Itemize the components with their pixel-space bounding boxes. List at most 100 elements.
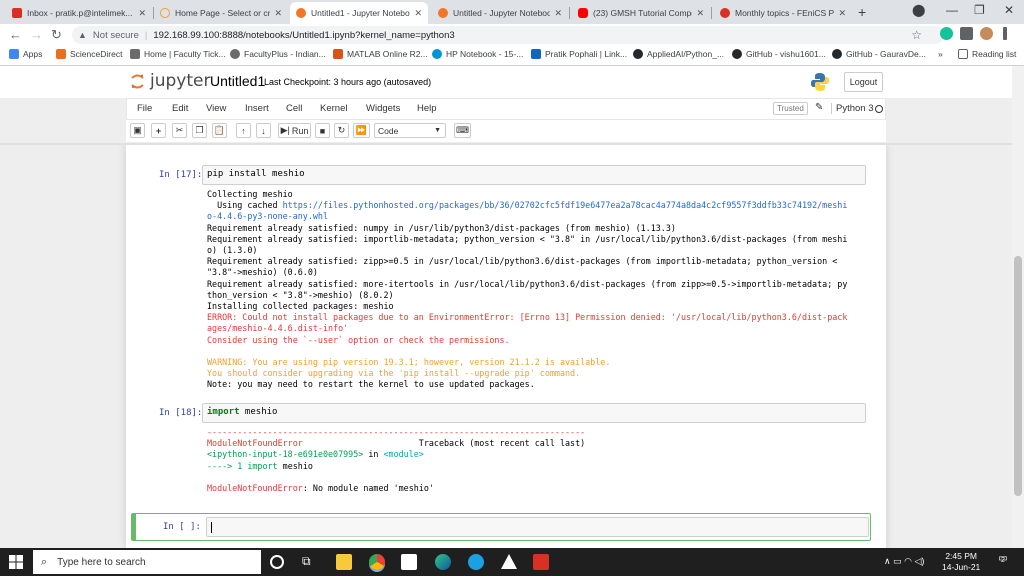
menu-cell[interactable]: Cell bbox=[286, 103, 302, 114]
bookmark-star-icon[interactable]: ☆ bbox=[911, 28, 922, 42]
tab-untitled1-jupyter[interactable]: Untitled1 - Jupyter Notebo... ✕ bbox=[290, 2, 428, 24]
notebook-title[interactable]: Untitled1 bbox=[210, 73, 265, 89]
notification-center-button[interactable]: ▭ 2 bbox=[996, 553, 1010, 569]
bookmark-hp-notebook[interactable]: HP Notebook - 15-... bbox=[432, 49, 523, 59]
menu-file[interactable]: File bbox=[137, 103, 152, 114]
extensions-puzzle-icon[interactable] bbox=[960, 27, 973, 40]
wifi-icon[interactable]: ◠ bbox=[904, 556, 912, 566]
address-bar[interactable]: ▲ Not secure | 192.168.99.100:8888/noteb… bbox=[72, 26, 944, 44]
github-icon bbox=[633, 49, 643, 59]
close-icon[interactable]: ✕ bbox=[554, 8, 562, 19]
security-status[interactable]: Not secure bbox=[93, 30, 139, 41]
profile-dropdown-icon[interactable]: ⬤ bbox=[912, 3, 925, 17]
forward-arrow-icon[interactable]: → bbox=[30, 27, 43, 42]
maximize-icon[interactable]: ❐ bbox=[974, 3, 985, 17]
bookmarks-overflow-chevron[interactable]: » bbox=[938, 49, 943, 59]
tab-gmail-inbox[interactable]: Inbox - pratik.p@intelimek... ✕ bbox=[6, 2, 152, 24]
paste-icon[interactable]: 📋 bbox=[212, 123, 227, 138]
grammarly-extension-icon[interactable] bbox=[940, 27, 953, 40]
menu-edit[interactable]: Edit bbox=[172, 103, 188, 114]
bookmark-github-gaurav[interactable]: GitHub - GauravDe... bbox=[832, 49, 926, 59]
menu-view[interactable]: View bbox=[206, 103, 226, 114]
restart-kernel-icon[interactable]: ↻ bbox=[334, 123, 349, 138]
bookmark-sciencedirect[interactable]: ScienceDirect bbox=[56, 49, 122, 59]
tab-fenics-topics[interactable]: Monthly topics - FEniCS Pro... ✕ bbox=[714, 2, 852, 24]
network-icon[interactable]: ▭ bbox=[893, 556, 902, 566]
acrobat-pdf-icon[interactable] bbox=[533, 554, 549, 570]
menu-help[interactable]: Help bbox=[417, 103, 437, 114]
save-icon[interactable]: ▣ bbox=[130, 123, 145, 138]
close-icon[interactable]: ✕ bbox=[414, 8, 422, 19]
command-palette-keyboard-icon[interactable]: ⌨ bbox=[454, 123, 471, 138]
system-tray[interactable]: ∧ ▭ ◠ ◁) bbox=[884, 556, 924, 567]
cortana-icon[interactable] bbox=[270, 555, 284, 569]
trusted-badge[interactable]: Trusted bbox=[773, 102, 808, 115]
cut-scissors-icon[interactable]: ✂ bbox=[172, 123, 187, 138]
page-scrollbar[interactable] bbox=[1012, 66, 1024, 548]
bookmark-matlab[interactable]: MATLAB Online R2... bbox=[333, 49, 428, 59]
code-input-import-meshio[interactable]: import meshio bbox=[202, 403, 866, 423]
volume-icon[interactable]: ◁) bbox=[915, 556, 925, 566]
tab-untitled-jupyter[interactable]: Untitled - Jupyter Notebook ✕ bbox=[432, 2, 568, 24]
insert-cell-plus-icon[interactable]: + bbox=[151, 123, 166, 138]
new-tab-button[interactable]: + bbox=[858, 4, 866, 20]
edit-pencil-icon[interactable]: ✎ bbox=[815, 102, 823, 113]
move-down-arrow-icon[interactable]: ↓ bbox=[256, 123, 271, 138]
minimize-icon[interactable]: — bbox=[946, 3, 958, 17]
reload-icon[interactable]: ↻ bbox=[51, 27, 62, 43]
taskbar-search-box[interactable]: ⌕ Type here to search bbox=[33, 550, 261, 574]
kernel-name[interactable]: Python 3 bbox=[831, 103, 874, 114]
bookmark-github-vishu[interactable]: GitHub - vishu1601... bbox=[732, 49, 826, 59]
logout-button[interactable]: Logout bbox=[844, 72, 883, 92]
code-input-pip-install[interactable]: pip install meshio bbox=[202, 165, 866, 185]
cell-type-select[interactable]: Code ▼ bbox=[374, 123, 446, 138]
menu-insert[interactable]: Insert bbox=[245, 103, 269, 114]
task-view-icon[interactable]: ⧉ bbox=[302, 554, 318, 570]
code-input-empty[interactable] bbox=[206, 517, 869, 537]
bookmark-faculty-tick[interactable]: Home | Faculty Tick... bbox=[130, 49, 226, 59]
profile-avatar-icon[interactable] bbox=[980, 27, 993, 40]
move-up-arrow-icon[interactable]: ↑ bbox=[236, 123, 251, 138]
close-icon[interactable]: ✕ bbox=[838, 8, 846, 19]
jupyter-logo[interactable]: jupyter bbox=[131, 71, 210, 91]
bookmark-facultyplus[interactable]: FacultyPlus - Indian... bbox=[230, 49, 326, 59]
restart-run-all-icon[interactable]: ⏩ bbox=[353, 123, 370, 138]
close-icon[interactable]: ✕ bbox=[138, 8, 146, 19]
reading-list[interactable]: Reading list bbox=[958, 49, 1016, 59]
bookmark-apps[interactable]: Apps bbox=[9, 49, 42, 59]
back-arrow-icon[interactable]: ← bbox=[9, 27, 22, 42]
tab-youtube-gmsh[interactable]: (23) GMSH Tutorial Compo... ✕ bbox=[572, 2, 710, 24]
checkmark-icon bbox=[130, 49, 140, 59]
windows-start-icon[interactable] bbox=[9, 555, 23, 569]
tray-chevron-icon[interactable]: ∧ bbox=[884, 556, 891, 566]
menu-kernel[interactable]: Kernel bbox=[320, 103, 347, 114]
copy-icon[interactable]: ❐ bbox=[192, 123, 207, 138]
hp-icon bbox=[432, 49, 442, 59]
run-button[interactable]: ▶| Run bbox=[278, 123, 311, 138]
teamviewer-icon[interactable] bbox=[468, 554, 484, 570]
url-text[interactable]: 192.168.99.100:8888/notebooks/Untitled1.… bbox=[153, 30, 454, 41]
bookmark-linkedin[interactable]: Pratik Pophali | Link... bbox=[531, 49, 627, 59]
jupyter-icon bbox=[438, 8, 448, 18]
github-icon bbox=[832, 49, 842, 59]
window-close-icon[interactable]: ✕ bbox=[1004, 3, 1014, 17]
menu-widgets[interactable]: Widgets bbox=[366, 103, 400, 114]
bookmark-appliedai[interactable]: AppliedAI/Python_... bbox=[633, 49, 724, 59]
close-icon[interactable]: ✕ bbox=[696, 8, 704, 19]
store-bag-icon[interactable] bbox=[401, 554, 417, 570]
taskbar-clock[interactable]: 2:45 PM 14-Jun-21 bbox=[942, 551, 980, 573]
edge-icon[interactable] bbox=[435, 554, 451, 570]
file-explorer-icon[interactable] bbox=[336, 554, 352, 570]
selected-empty-cell[interactable]: In [ ]: bbox=[131, 513, 871, 541]
close-icon[interactable]: ✕ bbox=[274, 8, 282, 19]
package-url-link[interactable]: https://files.pythonhosted.org/packages/… bbox=[283, 200, 848, 210]
interrupt-stop-icon[interactable]: ■ bbox=[315, 123, 330, 138]
scrollbar-thumb[interactable] bbox=[1014, 256, 1022, 496]
tab-home-page[interactable]: Home Page - Select or crea... ✕ bbox=[154, 2, 288, 24]
inkscape-icon[interactable] bbox=[501, 554, 517, 569]
chrome-icon[interactable] bbox=[369, 554, 385, 570]
more-menu-icon[interactable] bbox=[1003, 27, 1007, 40]
apps-grid-icon bbox=[9, 49, 19, 59]
notebook-scroll-area[interactable]: In [17]: pip install meshio Collecting m… bbox=[0, 145, 1012, 548]
browser-tab-strip: Inbox - pratik.p@intelimek... ✕ Home Pag… bbox=[0, 0, 1024, 24]
